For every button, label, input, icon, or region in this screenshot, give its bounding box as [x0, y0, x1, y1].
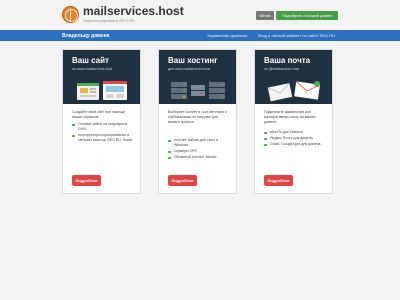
details-button[interactable]: Подробнее: [72, 175, 101, 186]
list-item: Конструкторы корпоративных и светских ви…: [72, 133, 134, 143]
card-feature-list: Хостинг сайтов для Linux и Windows Серве…: [168, 138, 230, 161]
header: mailservices.host Зарегистрирован в REG.…: [0, 0, 400, 30]
card-hosting: Ваш хостинг для www.mailservices.host Вы…: [158, 49, 237, 194]
hosting-illustration: [159, 79, 236, 104]
card-subtitle: для www.mailservices.host: [168, 67, 211, 71]
card-description: Подключите фамильную или корпоративную п…: [264, 110, 316, 124]
list-item: Хостинг сайтов для Linux и Windows: [168, 138, 230, 148]
card-website: Ваш сайт на www.mailservices.host Создай…: [62, 49, 141, 194]
navbar: Владельцу домена Управление доменом Вход…: [0, 30, 400, 41]
card-title: Ваш сайт: [72, 56, 109, 65]
list-item: Готовые сайты на популярных CMS: [72, 122, 134, 132]
card-header: Ваша почта на @mailservices.host: [255, 50, 332, 79]
nav-cabinet-link[interactable]: Вход в личный кабинет на сайте REG.RU: [258, 33, 335, 38]
card-header: Ваш сайт на www.mailservices.host: [63, 50, 140, 79]
site-title: mailservices.host: [83, 4, 184, 18]
card-mail: Ваша почта на @mailservices.host Подключ…: [254, 49, 333, 194]
nav-owner-label: Владельцу домена: [62, 33, 110, 39]
similar-domain-button[interactable]: Подобрать похожий домен: [276, 11, 338, 20]
list-item: Mail.Ru для бизнеса: [264, 130, 326, 135]
card-title: Ваш хостинг: [168, 56, 218, 65]
nav-manage-domains-link[interactable]: Управление доменом: [207, 33, 247, 38]
card-description: Выберите хостинг в соот-ветствии с требо…: [168, 110, 227, 124]
details-button[interactable]: Подробнее: [168, 175, 197, 186]
globe-logo-icon: [62, 6, 79, 23]
card-title: Ваша почта: [264, 56, 311, 65]
card-description: Создайте свой сайт при помощи наших серв…: [72, 110, 125, 119]
list-item: Яндекс.Почта для домена: [264, 136, 326, 141]
card-feature-list: Готовые сайты на популярных CMS Конструк…: [72, 122, 134, 144]
card-subtitle: на www.mailservices.host: [72, 67, 113, 71]
list-item: Gmail, GoogleApps для домена: [264, 142, 326, 147]
card-subtitle: на @mailservices.host: [264, 67, 300, 71]
whois-button[interactable]: Whois: [256, 11, 274, 20]
details-button[interactable]: Подробнее: [264, 175, 293, 186]
mail-illustration: [255, 79, 332, 104]
website-illustration: [63, 79, 140, 104]
list-item: Серверы VPS: [168, 149, 230, 154]
site-subtitle: Зарегистрирован в REG.RU: [83, 18, 135, 23]
card-header: Ваш хостинг для www.mailservices.host: [159, 50, 236, 79]
card-feature-list: Mail.Ru для бизнеса Яндекс.Почта для дом…: [264, 130, 326, 148]
list-item: Облачный хостинг Jelastic: [168, 155, 230, 160]
